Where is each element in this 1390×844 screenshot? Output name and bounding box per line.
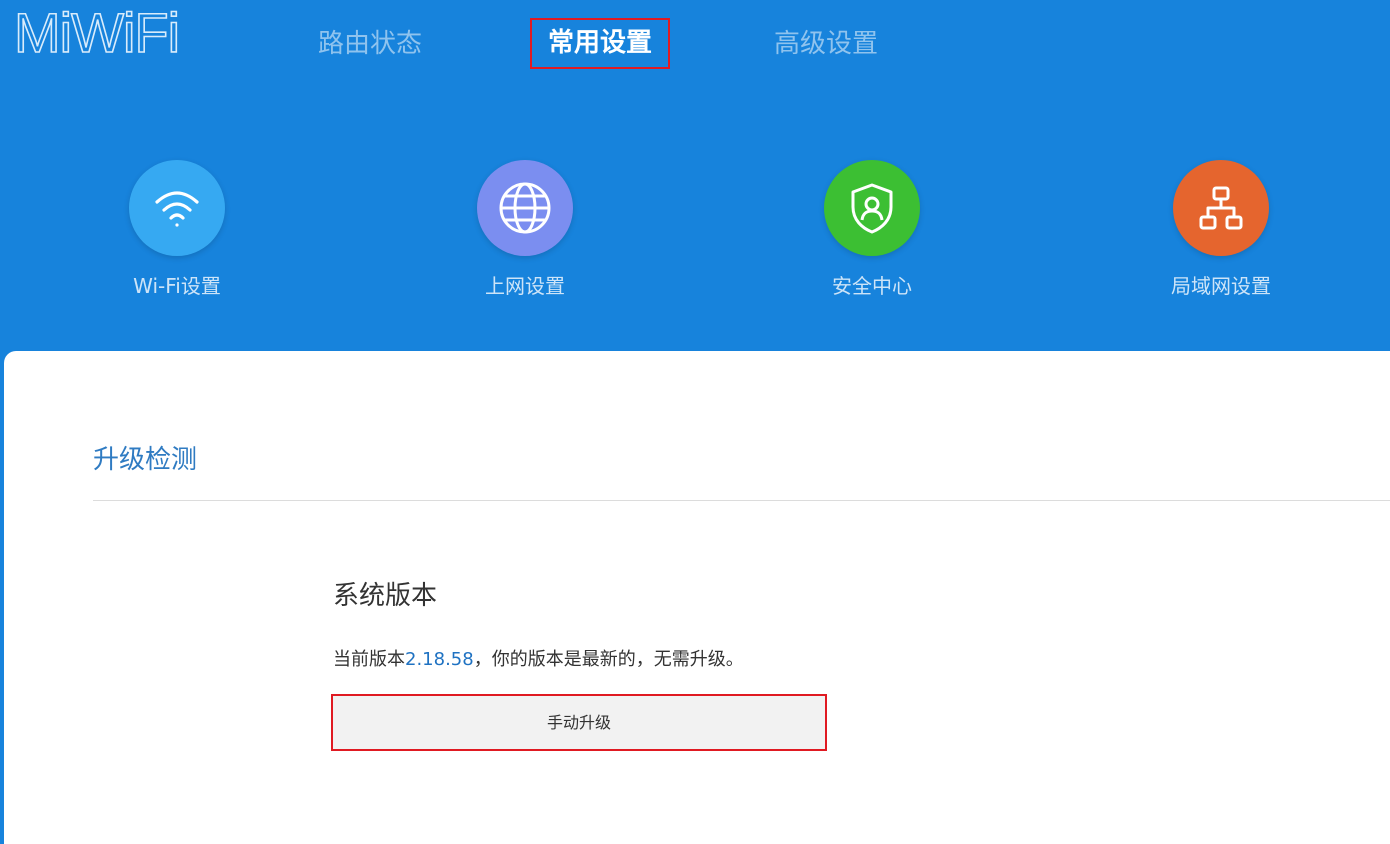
quick-lan-label: 局域网设置 bbox=[1171, 274, 1271, 298]
content-panel: 升级检测 系统版本 当前版本2.18.58，你的版本是最新的，无需升级。 手动升… bbox=[4, 351, 1390, 844]
nav-tab-router-status[interactable]: 路由状态 bbox=[318, 22, 422, 66]
quick-wifi-settings[interactable]: Wi-Fi设置 bbox=[77, 160, 277, 310]
divider bbox=[93, 500, 1390, 501]
network-icon bbox=[1173, 160, 1269, 256]
nav-tab-advanced-settings[interactable]: 高级设置 bbox=[774, 22, 878, 66]
version-status-text: 当前版本2.18.58，你的版本是最新的，无需升级。 bbox=[333, 645, 744, 671]
quick-internet-label: 上网设置 bbox=[485, 274, 565, 298]
version-suffix: ，你的版本是最新的，无需升级。 bbox=[473, 649, 744, 670]
globe-icon bbox=[477, 160, 573, 256]
manual-upgrade-button[interactable]: 手动升级 bbox=[331, 694, 827, 751]
shield-user-icon bbox=[824, 160, 920, 256]
quick-security-center[interactable]: 安全中心 bbox=[772, 160, 972, 310]
version-prefix: 当前版本 bbox=[333, 649, 405, 670]
quick-wifi-label: Wi-Fi设置 bbox=[133, 274, 221, 298]
quick-security-label: 安全中心 bbox=[832, 274, 912, 298]
version-number: 2.18.58 bbox=[405, 649, 474, 670]
system-version-title: 系统版本 bbox=[333, 581, 438, 611]
wifi-icon bbox=[129, 160, 225, 256]
quick-lan-settings[interactable]: 局域网设置 bbox=[1121, 160, 1321, 310]
quick-internet-settings[interactable]: 上网设置 bbox=[425, 160, 625, 310]
section-title: 升级检测 bbox=[93, 445, 198, 475]
top-nav: 路由状态 常用设置 高级设置 bbox=[0, 0, 1390, 90]
nav-tab-common-settings[interactable]: 常用设置 bbox=[530, 18, 671, 69]
